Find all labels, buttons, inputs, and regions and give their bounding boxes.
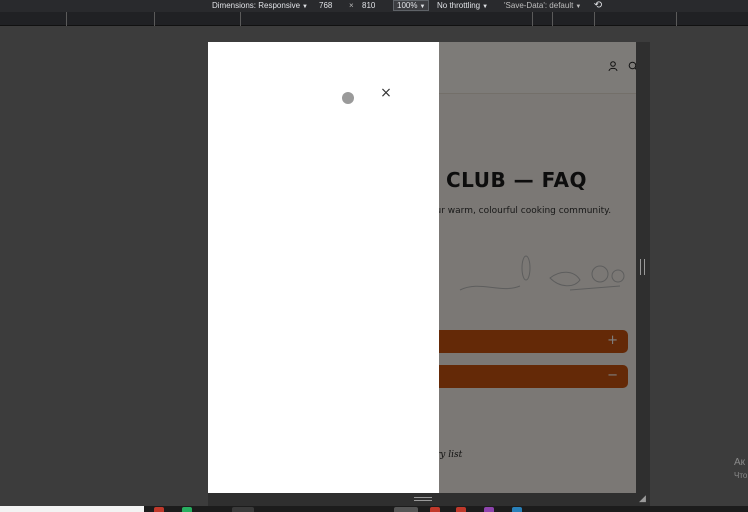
- save-data-select[interactable]: 'Save-Data': default ▼: [504, 0, 581, 12]
- device-viewport: CLUB — FAQ our warm, colourful cooking c…: [208, 42, 636, 493]
- side-drawer: ×: [208, 42, 439, 493]
- zoom-select[interactable]: 100% ▼: [393, 0, 430, 11]
- ruler-divider: [66, 12, 67, 26]
- save-data-value: 'Save-Data': default: [504, 1, 574, 10]
- times-symbol: ×: [349, 1, 354, 10]
- chevron-down-icon: ▼: [419, 4, 426, 10]
- throttling-select[interactable]: No throttling ▼: [437, 0, 488, 12]
- media-query-ruler[interactable]: [0, 12, 748, 26]
- app-icon[interactable]: [430, 507, 440, 512]
- chevron-down-icon: ▼: [482, 4, 489, 10]
- app-icon[interactable]: [154, 507, 164, 512]
- dimensions-label: Dimensions: Responsive: [212, 1, 301, 10]
- resize-handle-corner[interactable]: ◢: [639, 495, 648, 504]
- width-input[interactable]: 768: [319, 0, 332, 12]
- ruler-divider: [552, 12, 553, 26]
- ruler-divider: [676, 12, 677, 26]
- ruler-divider: [532, 12, 533, 26]
- devtools-device-toolbar: Dimensions: Responsive ▼ 768 × 810 100% ▼ …: [0, 0, 748, 12]
- watermark-line-1: Ак: [734, 457, 746, 468]
- chevron-down-icon: ▼: [302, 4, 308, 10]
- taskbar: [0, 506, 748, 512]
- rotate-icon[interactable]: ⟲: [592, 0, 604, 12]
- ruler-divider: [594, 12, 595, 26]
- close-button[interactable]: ×: [379, 86, 393, 100]
- height-input[interactable]: 810: [362, 0, 375, 12]
- app-icon[interactable]: [456, 507, 466, 512]
- dimensions-select[interactable]: Dimensions: Responsive ▼: [212, 0, 308, 12]
- spinner-icon: [342, 92, 354, 104]
- zoom-value: 100%: [397, 1, 418, 10]
- ruler-divider: [240, 12, 241, 26]
- app-icon[interactable]: [182, 507, 192, 512]
- app-icon[interactable]: [394, 507, 418, 512]
- throttling-value: No throttling: [437, 1, 481, 10]
- taskbar-search-box[interactable]: [0, 506, 144, 512]
- app-icon[interactable]: [512, 507, 522, 512]
- resize-handle-right[interactable]: [640, 259, 645, 275]
- activation-watermark: Ак Что: [734, 456, 747, 482]
- app-icon[interactable]: [232, 507, 254, 512]
- resize-handle-bottom[interactable]: [414, 497, 432, 501]
- chevron-down-icon: ▼: [575, 4, 582, 10]
- app-icon[interactable]: [484, 507, 494, 512]
- ruler-divider: [154, 12, 155, 26]
- watermark-line-2: Что: [734, 471, 748, 480]
